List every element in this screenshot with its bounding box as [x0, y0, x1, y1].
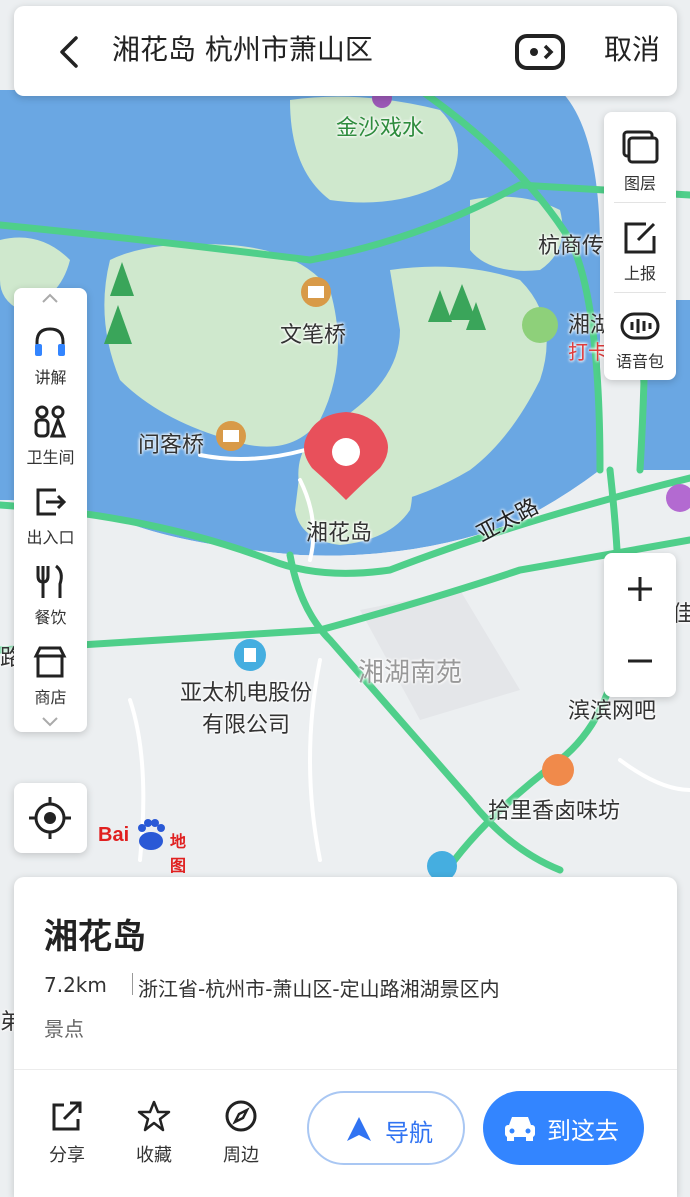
sheet-divider: [14, 1069, 677, 1070]
search-bar[interactable]: 湘花岛 杭州市萧山区 取消: [14, 6, 677, 96]
back-arrow-icon[interactable]: [50, 32, 90, 72]
report-label: 上报: [623, 264, 656, 283]
facility-guide-label: 讲解: [34, 368, 67, 387]
locate-icon: [29, 797, 71, 839]
nearby-button[interactable]: 周边: [206, 1099, 276, 1166]
navigation-label: 导航: [385, 1119, 433, 1147]
voice-pack-label: 语音包: [615, 352, 664, 371]
place-title: 湘花岛: [44, 917, 146, 957]
place-distance: 7.2km: [44, 973, 107, 997]
zoom-in-button[interactable]: [604, 553, 676, 625]
car-icon: [505, 1117, 535, 1141]
logo-brand-text: Bai: [98, 824, 130, 846]
restroom-icon: [34, 405, 67, 438]
report-edit-icon: [624, 222, 656, 254]
exit-icon: [36, 488, 67, 516]
facility-entrance[interactable]: 出入口: [14, 478, 87, 558]
shop-icon: [33, 646, 67, 678]
headphones-icon: [35, 327, 65, 356]
star-icon: [137, 1100, 171, 1132]
info-separator: [132, 973, 133, 995]
paw-logo-icon: [138, 819, 165, 850]
zoom-controls: [604, 553, 676, 697]
report-button[interactable]: 上报: [604, 206, 676, 294]
map-label-wenbi[interactable]: 文笔桥: [280, 317, 346, 349]
map-label-nanyuan[interactable]: 湘湖南苑: [358, 652, 462, 689]
facility-restroom-label: 卫生间: [26, 448, 75, 467]
search-query-text[interactable]: 湘花岛 杭州市萧山区: [112, 28, 373, 68]
facility-shop[interactable]: 商店: [14, 638, 87, 718]
left-facility-toolbar: 讲解 卫生间 出入口 餐饮 商店: [14, 288, 87, 732]
layers-button[interactable]: 图层: [604, 116, 676, 204]
map-label-daka[interactable]: 打卡: [568, 336, 608, 365]
layers-label: 图层: [623, 174, 656, 193]
map-label-yatai-company[interactable]: 亚太机电股份 有限公司: [180, 678, 312, 742]
facility-dining[interactable]: 餐饮: [14, 558, 87, 638]
map-label-hangshang[interactable]: 杭商传: [538, 228, 604, 260]
go-here-label: 到这去: [547, 1117, 619, 1145]
right-toolbar: 图层 上报 语音包: [604, 112, 676, 380]
favorite-label: 收藏: [136, 1145, 172, 1166]
chevron-down-icon[interactable]: [40, 716, 60, 728]
logo-product-text: 地图: [170, 832, 187, 875]
chevron-up-icon[interactable]: [40, 292, 60, 304]
map-label-shili[interactable]: 拾里香卤味坊: [488, 793, 620, 825]
minus-icon: [628, 659, 652, 663]
share-icon: [52, 1101, 82, 1131]
voice-pack-icon: [620, 312, 660, 340]
share-button[interactable]: 分享: [32, 1099, 102, 1166]
cancel-button[interactable]: 取消: [604, 28, 660, 68]
navigation-button[interactable]: 导航: [307, 1091, 465, 1165]
navigation-arrow-icon: [347, 1117, 371, 1141]
facility-dining-label: 餐饮: [34, 608, 67, 627]
place-category: 景点: [44, 1017, 84, 1041]
place-detail-sheet: 湘花岛 7.2km 浙江省-杭州市-萧山区-定山路湘湖景区内 景点 分享 收藏 …: [14, 877, 677, 1197]
plus-icon: [628, 577, 652, 601]
ar-view-icon[interactable]: [514, 30, 566, 74]
facility-shop-label: 商店: [34, 688, 67, 707]
facility-guide[interactable]: 讲解: [14, 318, 87, 398]
zoom-out-button[interactable]: [604, 625, 676, 697]
locate-button[interactable]: [14, 783, 87, 853]
place-address: 浙江省-杭州市-萧山区-定山路湘湖景区内: [138, 977, 500, 1001]
map-label-binbin[interactable]: 滨滨网吧: [568, 693, 656, 725]
voice-pack-button[interactable]: 语音包: [604, 294, 676, 382]
favorite-button[interactable]: 收藏: [119, 1099, 189, 1166]
share-label: 分享: [49, 1145, 85, 1166]
map-label-wenke[interactable]: 问客桥: [138, 427, 204, 459]
go-here-button[interactable]: 到这去: [483, 1091, 644, 1165]
layers-icon: [622, 130, 659, 164]
map-label-xianghuadao[interactable]: 湘花岛: [306, 515, 372, 547]
nearby-label: 周边: [223, 1145, 259, 1166]
facility-restroom[interactable]: 卫生间: [14, 398, 87, 478]
compass-icon: [225, 1100, 257, 1132]
facility-entrance-label: 出入口: [26, 528, 75, 547]
fork-knife-icon: [36, 564, 63, 598]
map-label-jinsha[interactable]: 金沙戏水: [336, 110, 424, 142]
